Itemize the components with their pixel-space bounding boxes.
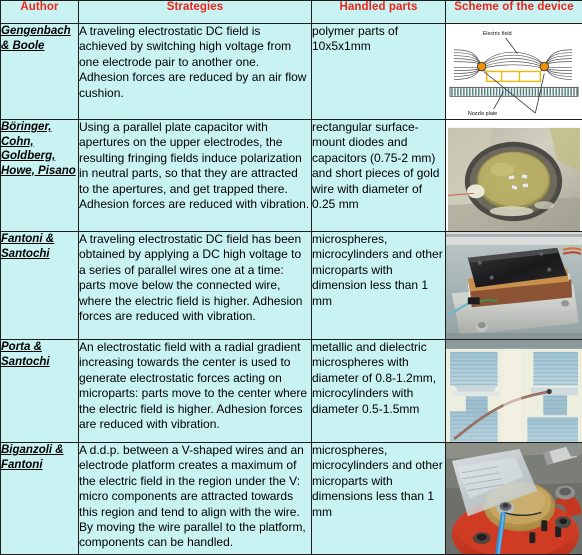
strategy-cell: A d.d.p. between a V-shaped wires and an… (78, 442, 312, 555)
diagram-label-nozzle-plate: Nozzle plate (468, 111, 497, 117)
handled-parts-cell: polymer parts of 10x5x1mm (311, 23, 446, 120)
handled-parts-cell: metallic and dielectric microspheres wit… (311, 339, 446, 443)
handled-parts-cell: rectangular surface-mount diodes and cap… (311, 119, 446, 232)
strategy-cell: A traveling electrostatic DC field has b… (78, 231, 312, 340)
scheme-cell (445, 119, 582, 232)
table-row: Böringer, Cohn, Goldberg, Howe, Pisano U… (0, 119, 582, 232)
scheme-cell (445, 231, 582, 340)
column-header-author: Author (0, 0, 79, 24)
electrostatic-handling-comparison-table: Author Strategies Handled parts Scheme o… (0, 0, 582, 555)
strategy-cell: A traveling electrostatic DC field is ac… (78, 23, 312, 120)
author-cell: Porta & Santochi (0, 339, 79, 443)
scheme-figure-photograph (446, 443, 582, 554)
capacitor-membrane-photo (446, 120, 582, 231)
table-row: Porta & Santochi An electrostatic field … (0, 339, 582, 443)
scheme-cell (445, 442, 582, 555)
scheme-cell: Electric field Nozzle plate (445, 23, 582, 120)
scheme-figure-photograph (446, 120, 582, 231)
table-row: Gengenbach & Boole A traveling electrost… (0, 23, 582, 120)
scheme-figure-line-diagram: Electric field Nozzle plate (446, 24, 582, 119)
author-cell: Gengenbach & Boole (0, 23, 79, 120)
radial-gradient-electrode-photo (446, 340, 582, 442)
column-header-strategies: Strategies (78, 0, 312, 24)
electric-field-nozzle-plate-diagram: Electric field Nozzle plate (446, 24, 582, 119)
handled-parts-cell: microspheres, microcylinders and other m… (311, 442, 446, 555)
diagram-label-electric-field: Electric field (483, 31, 512, 37)
strategy-cell: An electrostatic field with a radial gra… (78, 339, 312, 443)
scheme-cell (445, 339, 582, 443)
scheme-figure-photograph (446, 340, 582, 442)
column-header-handled-parts: Handled parts (311, 0, 446, 24)
column-header-scheme-of-the-device: Scheme of the device (445, 0, 582, 24)
scheme-figure-photograph (446, 232, 582, 339)
parallel-wire-device-photo (446, 232, 582, 339)
table-row: Biganzoli & Fantoni A d.d.p. between a V… (0, 442, 582, 555)
author-cell: Böringer, Cohn, Goldberg, Howe, Pisano (0, 119, 79, 232)
author-cell: Fantoni & Santochi (0, 231, 79, 340)
table-header-row: Author Strategies Handled parts Scheme o… (0, 0, 582, 24)
handled-parts-cell: microspheres, microcylinders and other m… (311, 231, 446, 340)
v-shaped-wire-device-photo (446, 443, 582, 554)
strategy-cell: Using a parallel plate capacitor with ap… (78, 119, 312, 232)
table-row: Fantoni & Santochi A traveling electrost… (0, 231, 582, 340)
author-cell: Biganzoli & Fantoni (0, 442, 79, 555)
